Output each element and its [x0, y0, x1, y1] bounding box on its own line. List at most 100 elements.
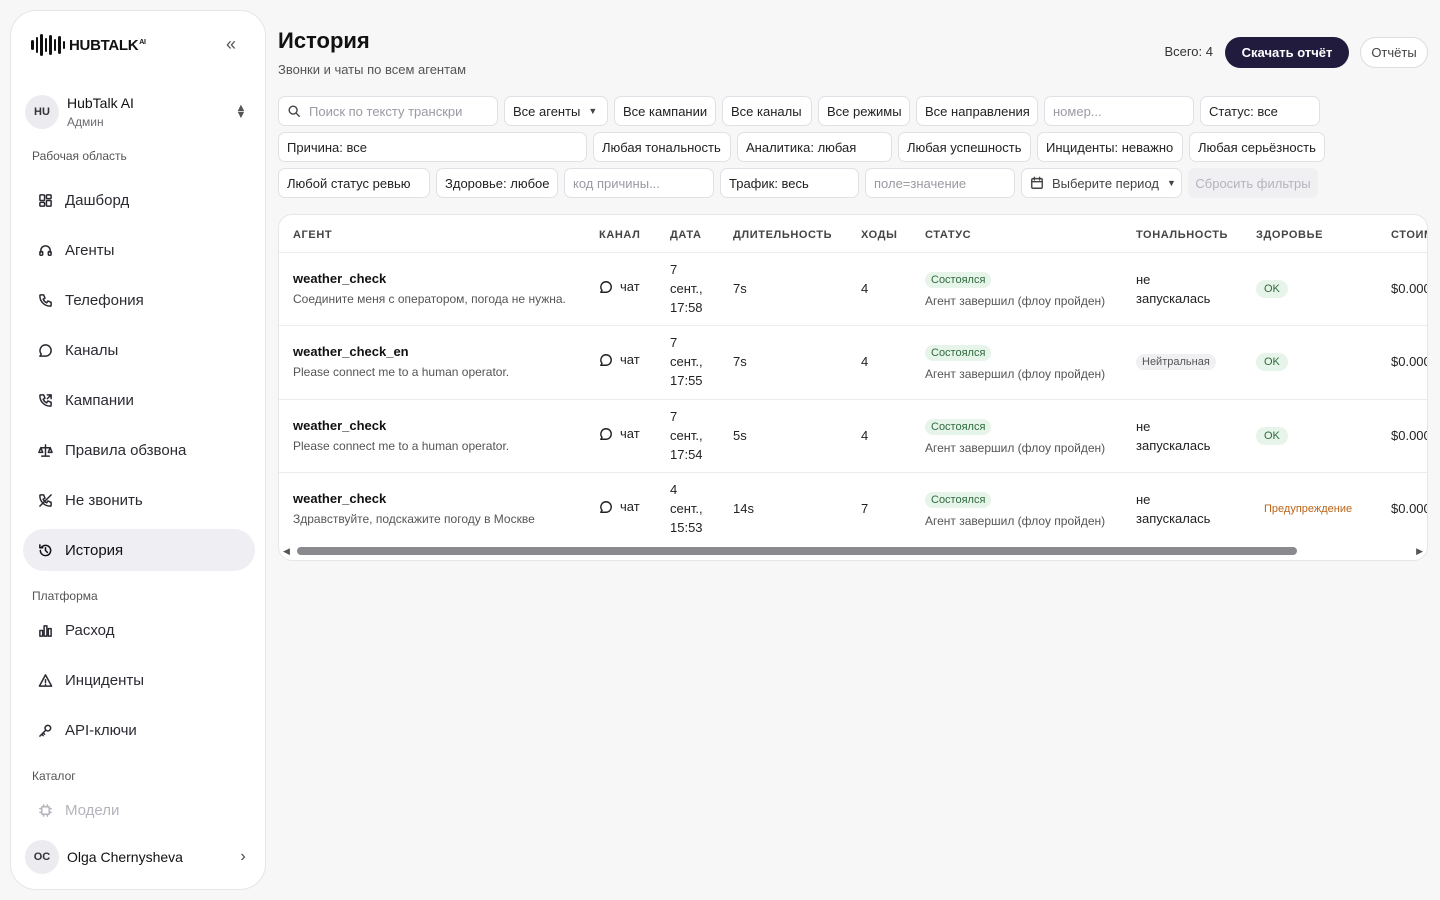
channel-cell: чат: [599, 499, 640, 514]
reset-filters-button[interactable]: Сбросить фильтры: [1188, 168, 1318, 198]
workspace-name: HubTalk AI: [67, 95, 134, 111]
review-filter-label: Любой статус ревью: [287, 175, 411, 191]
grid-icon: [37, 192, 53, 208]
reason-code-input[interactable]: код причины...: [564, 168, 714, 198]
agents-filter[interactable]: Все агенты ▼: [504, 96, 608, 126]
reason-filter[interactable]: Причина: все: [278, 132, 587, 162]
sidebar-item-api-keys[interactable]: API-ключи: [23, 709, 255, 751]
chat-bubble-icon: [600, 353, 612, 366]
severity-filter[interactable]: Любая серьёзность: [1189, 132, 1325, 162]
sidebar-item-campaigns[interactable]: Кампании: [23, 379, 255, 421]
channel-cell: чат: [599, 279, 640, 294]
column-header-duration[interactable]: Длительность: [733, 229, 832, 241]
user-name: Olga Chernysheva: [67, 849, 183, 865]
sidebar-item-channels[interactable]: Каналы: [23, 329, 255, 371]
modes-filter-label: Все режимы: [827, 103, 902, 119]
history-table: Агент Канал Дата Длительность Ходы Стату…: [278, 214, 1428, 561]
analytics-filter[interactable]: Аналитика: любая: [737, 132, 892, 162]
status-filter[interactable]: Статус: все: [1200, 96, 1320, 126]
sidebar-item-dial-rules[interactable]: Правила обзвона: [23, 429, 255, 471]
column-header-tone[interactable]: Тональность: [1136, 229, 1228, 241]
success-filter[interactable]: Любая успешность: [898, 132, 1031, 162]
reason-filter-label: Причина: все: [287, 139, 367, 155]
field-value-placeholder: поле=значение: [874, 175, 967, 191]
channels-filter[interactable]: Все каналы: [722, 96, 812, 126]
table-row[interactable]: weather_check Здравствуйте, подскажите п…: [279, 472, 1427, 546]
health-cell: OK: [1256, 427, 1288, 445]
reports-button[interactable]: Отчёты: [1360, 37, 1428, 68]
traffic-filter-label: Трафик: весь: [729, 175, 809, 191]
channel-label: чат: [620, 426, 640, 441]
date-month: сент.,: [670, 281, 703, 296]
tone-cell: не запускалась: [1136, 270, 1210, 308]
date-day: 7: [670, 335, 678, 350]
agent-cell: weather_check Соедините меня с операторо…: [293, 271, 566, 306]
total-count: Всего: 4: [1164, 44, 1213, 59]
field-value-input[interactable]: поле=значение: [865, 168, 1015, 198]
number-input[interactable]: номер...: [1044, 96, 1194, 126]
agent-message: Please connect me to a human operator.: [293, 439, 510, 453]
period-picker[interactable]: Выберите период ▼: [1021, 168, 1182, 198]
table-row[interactable]: weather_check Please connect me to a hum…: [279, 399, 1427, 472]
date-cell: 7 сент., 17:55: [670, 333, 703, 390]
traffic-filter[interactable]: Трафик: весь: [720, 168, 859, 198]
collapse-sidebar-icon[interactable]: «: [221, 35, 241, 54]
sidebar-item-agents[interactable]: Агенты: [23, 229, 255, 271]
status-cell: Состоялся Агент завершил (флоу пройден): [925, 418, 1105, 455]
search-input[interactable]: Поиск по тексту транскри: [278, 96, 498, 126]
column-header-turns[interactable]: Ходы: [861, 229, 897, 241]
date-time: 17:54: [670, 447, 703, 462]
column-header-channel[interactable]: Канал: [599, 229, 640, 241]
logo-wave-icon: [31, 33, 65, 57]
incidents-filter[interactable]: Инциденты: неважно: [1037, 132, 1183, 162]
workspace-role: Админ: [67, 115, 104, 129]
tone-cell: не запускалась: [1136, 417, 1210, 455]
status-filter-label: Статус: все: [1209, 103, 1278, 119]
agent-name: weather_check: [293, 271, 387, 286]
sidebar-item-do-not-call[interactable]: Не звонить: [23, 479, 255, 521]
duration-cell: 7s: [733, 281, 747, 296]
campaigns-filter[interactable]: Все кампании: [614, 96, 716, 126]
modes-filter[interactable]: Все режимы: [818, 96, 910, 126]
date-day: 4: [670, 482, 678, 497]
incidents-filter-label: Инциденты: неважно: [1046, 139, 1174, 155]
agent-cell: weather_check Здравствуйте, подскажите п…: [293, 491, 535, 526]
horizontal-scrollbar[interactable]: ◀ ▶: [283, 546, 1423, 556]
user-menu[interactable]: OC Olga Chernysheva ›: [25, 837, 251, 877]
column-header-health[interactable]: Здоровье: [1256, 229, 1323, 241]
sidebar-item-spending[interactable]: Расход: [23, 609, 255, 651]
table-row[interactable]: weather_check Соедините меня с операторо…: [279, 252, 1427, 325]
reset-filters-label: Сбросить фильтры: [1195, 175, 1311, 191]
sidebar-item-incidents[interactable]: Инциденты: [23, 659, 255, 701]
sidebar-item-dashboard[interactable]: Дашборд: [23, 179, 255, 221]
download-report-button[interactable]: Скачать отчёт: [1225, 37, 1349, 68]
column-header-cost[interactable]: Стоимость: [1391, 229, 1427, 241]
tone-cell: не запускалась: [1136, 490, 1210, 528]
tone-filter[interactable]: Любая тональность: [593, 132, 731, 162]
date-cell: 7 сент., 17:54: [670, 407, 703, 464]
chip-icon: [37, 802, 53, 818]
reason-code-placeholder: код причины...: [573, 175, 660, 191]
directions-filter[interactable]: Все направления: [916, 96, 1038, 126]
table-row[interactable]: weather_check_en Please connect me to a …: [279, 325, 1427, 399]
health-badge: OK: [1256, 353, 1288, 371]
workspace-switcher[interactable]: HU HubTalk AI Админ ▲ ▼: [25, 87, 251, 137]
scrollbar-thumb[interactable]: [297, 547, 1297, 555]
turns-cell: 7: [861, 501, 869, 516]
hubtalk-logo[interactable]: HUBTALKAI: [31, 33, 146, 57]
column-header-date[interactable]: Дата: [670, 229, 702, 241]
sidebar-item-models[interactable]: Модели: [23, 789, 255, 831]
scroll-left-icon[interactable]: ◀: [283, 546, 290, 557]
sidebar-item-history[interactable]: История: [23, 529, 255, 571]
sidebar-item-telephony[interactable]: Телефония: [23, 279, 255, 321]
status-badge: Состоялся: [925, 419, 992, 435]
sidebar-item-label: Агенты: [65, 241, 115, 259]
scroll-right-icon[interactable]: ▶: [1416, 546, 1423, 557]
health-filter[interactable]: Здоровье: любое: [436, 168, 558, 198]
review-filter[interactable]: Любой статус ревью: [278, 168, 430, 198]
status-detail: Агент завершил (флоу пройден): [925, 441, 1106, 455]
column-header-agent[interactable]: Агент: [293, 229, 332, 241]
page-subtitle: Звонки и чаты по всем агентам: [278, 62, 467, 77]
column-header-status[interactable]: Статус: [925, 229, 971, 241]
status-cell: Состоялся Агент завершил (флоу пройден): [925, 271, 1105, 308]
